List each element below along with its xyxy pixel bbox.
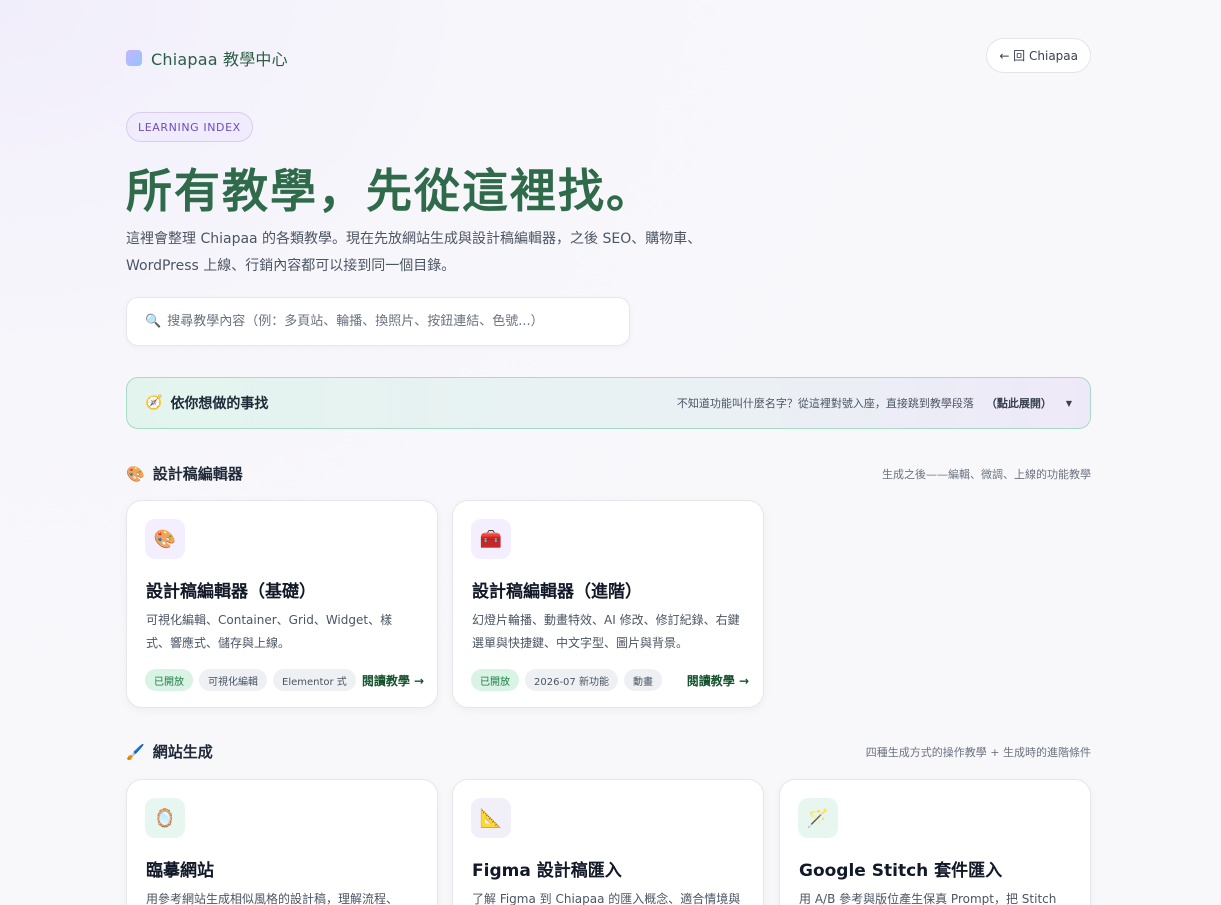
brand-name: Chiapaa 教學中心 [151, 50, 288, 69]
section-header-design-editor: 🎨 設計稿編輯器 生成之後——編輯、微調、上線的功能教學 [126, 463, 1091, 485]
card-title: Figma 設計稿匯入 [472, 861, 622, 881]
palette-icon: 🎨 [145, 519, 185, 559]
section-title-text: 設計稿編輯器 [152, 465, 243, 483]
card-title: 設計稿編輯器（進階） [472, 582, 642, 602]
card-description: 用參考網站生成相似風格的設計稿，理解流程、 [146, 892, 399, 905]
magic-wand-icon: 🪄 [798, 798, 838, 838]
card-footer: 已開放 可視化編輯 Elementor 式 閱讀教學 → [145, 668, 424, 692]
tag: 動畫 [623, 669, 662, 691]
card-description: 用 A/B 參考與版位產生保真 Prompt，把 Stitch [799, 892, 1057, 905]
card-title: 臨摹網站 [146, 861, 214, 881]
section-subtitle: 生成之後——編輯、微調、上線的功能教學 [882, 468, 1091, 481]
section-subtitle: 四種生成方式的操作教學 + 生成時的進階條件 [865, 746, 1091, 759]
page-title: 所有教學，先從這裡找。 [126, 164, 654, 218]
section-title-text: 網站生成 [152, 743, 213, 761]
tutorial-card-figma-import[interactable]: 📐 Figma 設計稿匯入 了解 Figma 到 Chiapaa 的匯入概念、適… [452, 779, 764, 905]
tutorial-card-editor-advanced[interactable]: 🧰 設計稿編輯器（進階） 幻燈片輪播、動畫特效、AI 修改、修訂紀錄、右鍵選單與… [452, 500, 764, 708]
card-title: Google Stitch 套件匯入 [799, 861, 1003, 881]
section-title: 🎨 設計稿編輯器 [126, 463, 243, 484]
tutorial-card-google-stitch[interactable]: 🪄 Google Stitch 套件匯入 用 A/B 參考與版位產生保真 Pro… [779, 779, 1091, 905]
mirror-icon: 🪞 [145, 798, 185, 838]
brand-logo-icon [126, 50, 142, 66]
card-title: 設計稿編輯器（基礎） [146, 582, 316, 602]
tag: Elementor 式 [273, 669, 356, 691]
search-icon: 🔍 [145, 314, 162, 329]
palette-icon: 🎨 [126, 464, 145, 483]
tutorial-card-clone-site[interactable]: 🪞 臨摹網站 用參考網站生成相似風格的設計稿，理解流程、 [126, 779, 438, 905]
learning-index-badge: LEARNING INDEX [126, 112, 253, 142]
brand[interactable]: Chiapaa 教學中心 [126, 46, 288, 70]
card-description: 幻燈片輪播、動畫特效、AI 修改、修訂紀錄、右鍵選單與快捷鍵、中文字型、圖片與背… [472, 613, 740, 650]
read-tutorial-link[interactable]: 閱讀教學 → [362, 672, 424, 689]
back-to-chiapaa-button[interactable]: ← 回 Chiapaa [986, 38, 1091, 73]
brush-icon: 🖌️ [126, 742, 145, 761]
card-description: 可視化編輯、Container、Grid、Widget、樣式、響應式、儲存與上線… [146, 613, 393, 650]
guide-title: 依你想做的事找 [170, 396, 269, 412]
tutorial-card-editor-basic[interactable]: 🎨 設計稿編輯器（基礎） 可視化編輯、Container、Grid、Widget… [126, 500, 438, 708]
status-badge: 已開放 [471, 669, 519, 691]
top-bar: Chiapaa 教學中心 ← 回 Chiapaa [126, 38, 1091, 74]
ruler-icon: 📐 [471, 798, 511, 838]
toolbox-icon: 🧰 [471, 519, 511, 559]
section-header-site-generation: 🖌️ 網站生成 四種生成方式的操作教學 + 生成時的進階條件 [126, 741, 1091, 763]
caret-down-icon[interactable]: ▼ [1066, 399, 1072, 408]
page-description: 這裡會整理 Chiapaa 的各類教學。現在先放網站生成與設計稿編輯器，之後 S… [126, 231, 702, 274]
task-guide-toggle[interactable]: 🧭 依你想做的事找 不知道功能叫什麼名字？從這裡對號入座，直接跳到教學段落 （點… [126, 377, 1091, 429]
status-badge: 已開放 [145, 669, 193, 691]
card-description: 了解 Figma 到 Chiapaa 的匯入概念、適合情境與 [472, 892, 741, 905]
tag: 2026-07 新功能 [525, 669, 618, 691]
tag: 可視化編輯 [199, 669, 267, 691]
search-input[interactable] [167, 314, 608, 329]
section-title: 🖌️ 網站生成 [126, 741, 213, 762]
card-footer: 已開放 2026-07 新功能 動畫 閱讀教學 → [471, 668, 749, 692]
read-tutorial-link[interactable]: 閱讀教學 → [687, 672, 749, 689]
guide-hint: 不知道功能叫什麼名字？從這裡對號入座，直接跳到教學段落 [676, 397, 974, 410]
search-box[interactable]: 🔍 [126, 297, 630, 346]
compass-icon: 🧭 [145, 395, 163, 411]
guide-expand-label[interactable]: （點此展開） [986, 395, 1052, 411]
